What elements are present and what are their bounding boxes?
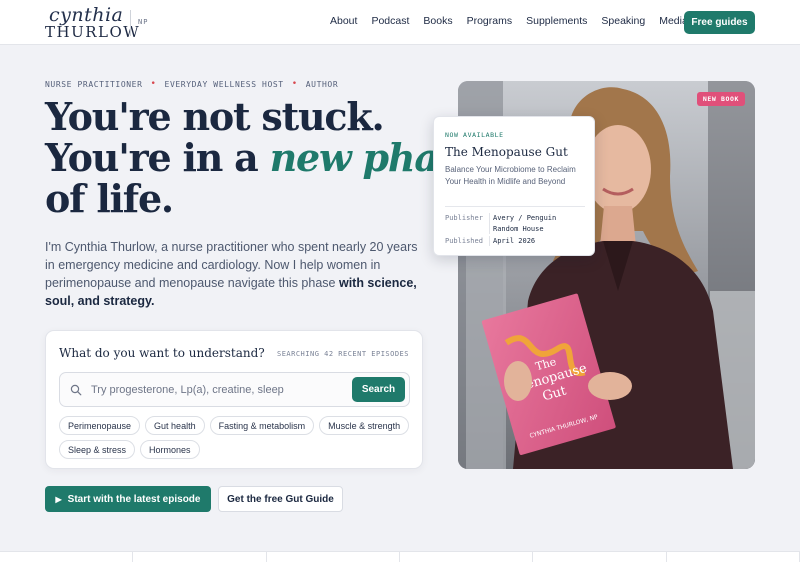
chip-fasting-metabolism[interactable]: Fasting & metabolism: [209, 416, 315, 435]
stats-cell: [133, 552, 267, 562]
eyebrow-dot-icon: •: [150, 79, 157, 89]
stats-cell: [533, 552, 667, 562]
stats-cell: [400, 552, 534, 562]
search-input[interactable]: Try progesterone, Lp(a), creatine, sleep…: [59, 372, 410, 407]
stats-cell: [667, 552, 800, 562]
search-icon: [70, 384, 82, 396]
eyebrow-role-2: EVERYDAY WELLNESS HOST: [164, 79, 284, 89]
logo-divider: [130, 10, 131, 36]
hero-eyebrow: NURSE PRACTITIONER • EVERYDAY WELLNESS H…: [45, 79, 338, 89]
nav-speaking[interactable]: Speaking: [601, 15, 645, 27]
chip-perimenopause[interactable]: Perimenopause: [59, 416, 141, 435]
stats-cell: [0, 552, 134, 562]
play-icon: ▶: [55, 494, 62, 504]
book-title: The Menopause Gut: [445, 145, 568, 159]
nav-books[interactable]: Books: [423, 15, 452, 27]
hero-intro: I'm Cynthia Thurlow, a nurse practitione…: [45, 238, 430, 310]
book-card[interactable]: NOW AVAILABLE The Menopause Gut Balance …: [433, 116, 595, 256]
nav-podcast[interactable]: Podcast: [371, 15, 409, 27]
nav-supplements[interactable]: Supplements: [526, 15, 587, 27]
chip-hormones[interactable]: Hormones: [140, 440, 200, 459]
chip-sleep-stress[interactable]: Sleep & stress: [59, 440, 136, 459]
headline-line-2-pre: You're in a: [45, 135, 270, 180]
hero-headline: You're not stuck. You're in a new phase …: [45, 94, 482, 221]
publisher-separator: [489, 213, 490, 234]
search-title: What do you want to understand?: [59, 346, 265, 360]
free-guides-button[interactable]: Free guides: [684, 11, 755, 34]
gut-guide-button[interactable]: Get the free Gut Guide: [218, 486, 343, 512]
latest-episode-button[interactable]: ▶ Start with the latest episode: [45, 486, 211, 512]
nav-about[interactable]: About: [330, 15, 357, 27]
nav-programs[interactable]: Programs: [467, 15, 513, 27]
published-label: Published: [445, 237, 483, 245]
stats-strip: [0, 551, 800, 562]
latest-episode-label: Start with the latest episode: [67, 493, 201, 505]
book-description: Balance Your Microbiome to Reclaim Your …: [445, 165, 576, 186]
topic-chips: Perimenopause Gut health Fasting & metab…: [59, 416, 419, 459]
main-nav: About Podcast Books Programs Supplements…: [330, 15, 688, 27]
book-publisher-row: Publisher Avery / Penguin Random House: [445, 213, 585, 234]
book-divider: [445, 206, 585, 207]
logo-name-text: THURLOW: [45, 23, 141, 41]
logo-suffix: NP: [138, 18, 149, 26]
eyebrow-role-1: NURSE PRACTITIONER: [45, 79, 143, 89]
headline-line-1: You're not stuck.: [45, 94, 385, 139]
stats-cell: [267, 552, 400, 562]
new-book-badge: NEW BOOK: [696, 92, 745, 106]
book-published-row: Published April 2026: [445, 236, 585, 246]
eyebrow-dot-icon: •: [291, 79, 298, 89]
search-button[interactable]: Search: [352, 377, 405, 402]
published-value: April 2026: [493, 237, 536, 245]
chip-muscle-strength[interactable]: Muscle & strength: [319, 416, 410, 435]
book-eyebrow: NOW AVAILABLE: [445, 131, 504, 139]
publisher-value: Avery / Penguin Random House: [493, 214, 557, 233]
headline-line-3: of life.: [45, 176, 174, 221]
episode-search-card: What do you want to understand? SEARCHIN…: [45, 330, 423, 469]
eyebrow-role-3: AUTHOR: [305, 79, 339, 89]
search-placeholder: Try progesterone, Lp(a), creatine, sleep: [91, 384, 284, 396]
published-separator: [489, 236, 490, 246]
chip-gut-health[interactable]: Gut health: [145, 416, 205, 435]
publisher-label: Publisher: [445, 214, 483, 222]
site-header: cynthia THURLOW NP About Podcast Books P…: [0, 0, 800, 45]
search-meta: SEARCHING 42 RECENT EPISODES: [276, 350, 409, 358]
